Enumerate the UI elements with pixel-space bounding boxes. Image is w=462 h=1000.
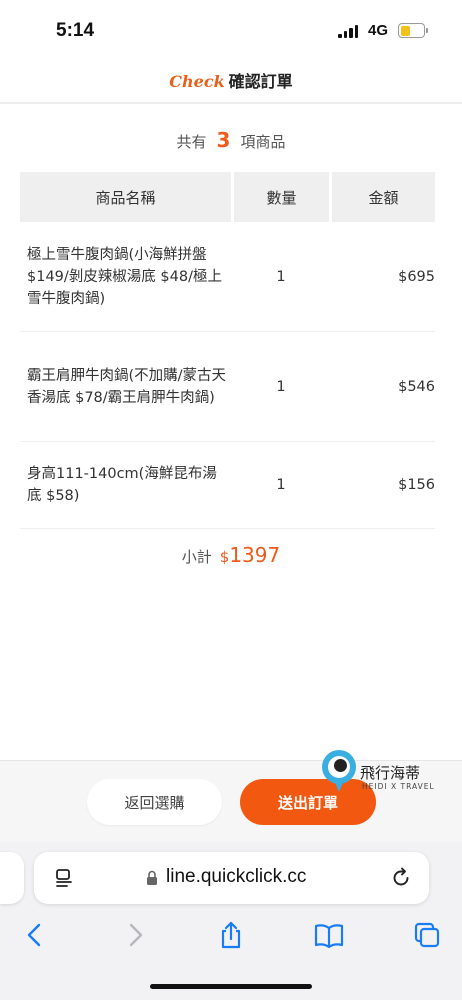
- status-bar: 5:14 4G: [0, 0, 462, 58]
- url-text: line.quickclick.cc: [166, 866, 307, 887]
- status-time: 5:14: [56, 20, 95, 41]
- reload-icon[interactable]: [390, 867, 412, 889]
- subtotal-label: 小計: [181, 548, 212, 566]
- summary-prefix: 共有: [176, 133, 207, 151]
- battery-icon: [398, 23, 428, 38]
- tabs-icon[interactable]: [412, 920, 442, 950]
- table-row: 極上雪牛腹肉鍋(小海鮮拼盤 $149/剝皮辣椒湯底 $48/極上雪牛腹肉鍋) 1…: [20, 222, 435, 332]
- column-header-qty: 數量: [234, 172, 329, 222]
- signal-icon: [338, 25, 358, 38]
- brand-logo: Check: [169, 72, 225, 91]
- bookmarks-icon[interactable]: [314, 920, 344, 950]
- subtotal: 小計 $1397: [0, 543, 462, 567]
- item-qty: 1: [276, 378, 286, 395]
- share-icon[interactable]: [216, 920, 246, 950]
- item-count-summary: 共有 3 項商品: [0, 128, 462, 152]
- back-to-shop-button[interactable]: 返回選購: [87, 779, 222, 825]
- order-table: 商品名稱 數量 金額 極上雪牛腹肉鍋(小海鮮拼盤 $149/剝皮辣椒湯底 $48…: [20, 172, 435, 529]
- page-menu-icon[interactable]: [54, 868, 74, 888]
- previous-tab-pill[interactable]: [0, 852, 24, 904]
- item-name: 極上雪牛腹肉鍋(小海鮮拼盤 $149/剝皮辣椒湯底 $48/極上雪牛腹肉鍋): [27, 246, 222, 307]
- subtotal-amount: 1397: [229, 543, 281, 567]
- item-amount: $546: [398, 378, 435, 395]
- forward-arrow-icon[interactable]: [120, 920, 150, 950]
- page-title: 確認訂單: [228, 72, 293, 91]
- subtotal-currency: $: [219, 548, 230, 566]
- column-header-name: 商品名稱: [20, 172, 231, 222]
- browser-toolbar: line.quickclick.cc: [0, 842, 462, 1000]
- table-row: 霸王肩胛牛肉鍋(不加購/蒙古天香湯底 $78/霸王肩胛牛肉鍋) 1 $546: [20, 332, 435, 442]
- watermark-subtitle: HEIDI X TRAVEL: [362, 782, 435, 791]
- item-name: 霸王肩胛牛肉鍋(不加購/蒙古天香湯底 $78/霸王肩胛牛肉鍋): [27, 367, 227, 406]
- item-count: 3: [216, 128, 231, 152]
- item-qty: 1: [276, 268, 286, 285]
- item-qty: 1: [276, 477, 286, 493]
- column-header-amount: 金額: [332, 172, 435, 222]
- back-arrow-icon[interactable]: [20, 920, 50, 950]
- network-type: 4G: [368, 22, 389, 39]
- watermark-logo: 飛行海蒂 HEIDI X TRAVEL: [322, 750, 462, 800]
- watermark-title: 飛行海蒂: [360, 764, 421, 782]
- home-indicator: [150, 984, 312, 989]
- page-header: Check 確認訂單: [0, 58, 462, 104]
- item-amount: $156: [398, 477, 435, 493]
- table-row: 身高111-140cm(海鮮昆布湯底 $58) 1 $156: [20, 442, 435, 529]
- table-header: 商品名稱 數量 金額: [20, 172, 435, 222]
- item-amount: $695: [398, 268, 435, 285]
- lock-icon: [147, 870, 157, 885]
- item-name: 身高111-140cm(海鮮昆布湯底 $58): [27, 466, 217, 504]
- address-bar[interactable]: line.quickclick.cc: [34, 852, 429, 904]
- summary-suffix: 項商品: [240, 133, 286, 151]
